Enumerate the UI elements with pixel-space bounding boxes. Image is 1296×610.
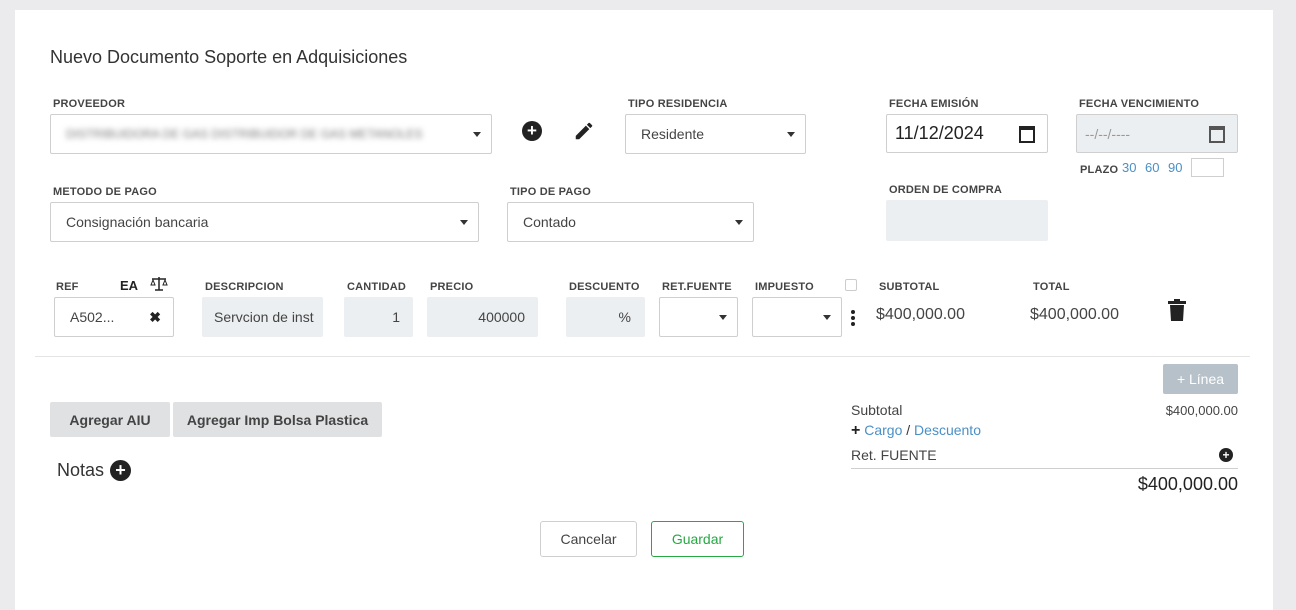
descuento-link[interactable]: Descuento xyxy=(914,422,981,438)
orden-compra-label: ORDEN DE COMPRA xyxy=(889,184,1003,196)
select-all-checkbox[interactable] xyxy=(845,279,857,291)
descripcion-input[interactable]: Servcion de inst xyxy=(202,297,323,337)
tipo-pago-value: Contado xyxy=(523,214,576,230)
totals-subtotal-label: Subtotal xyxy=(851,402,903,418)
line-subtotal: $400,000.00 xyxy=(876,306,965,323)
fecha-emision-label: FECHA EMISIÓN xyxy=(889,98,979,110)
trash-icon[interactable] xyxy=(1168,299,1186,326)
add-nota-icon[interactable]: + xyxy=(110,460,131,481)
chevron-down-icon xyxy=(460,220,468,225)
calendar-icon[interactable] xyxy=(1019,125,1035,148)
fecha-vencimiento-placeholder: --/--/---- xyxy=(1085,125,1131,142)
precio-value: 400000 xyxy=(478,309,525,325)
metodo-pago-value: Consignación bancaria xyxy=(66,214,209,230)
notas-label: Notas xyxy=(57,460,105,480)
col-total-header: TOTAL xyxy=(1033,281,1070,293)
cargo-descuento-row: + Cargo / Descuento xyxy=(851,422,981,440)
add-line-button[interactable]: + Línea xyxy=(1163,364,1238,394)
col-ret-fuente-header: RET.FUENTE xyxy=(662,281,732,293)
ref-value: A502... xyxy=(70,309,115,325)
slash-separator: / xyxy=(906,422,911,438)
col-precio-header: PRECIO xyxy=(430,281,474,293)
tipo-pago-label: TIPO DE PAGO xyxy=(510,186,592,198)
grand-total: $400,000.00 xyxy=(1137,474,1238,494)
close-icon[interactable]: ✖ xyxy=(149,309,161,326)
document-form-card: Nuevo Documento Soporte en Adquisiciones… xyxy=(15,10,1273,610)
col-ea-header: EA xyxy=(120,278,139,293)
metodo-pago-select[interactable]: Consignación bancaria xyxy=(50,202,479,242)
col-descuento-header: DESCUENTO xyxy=(569,281,640,293)
plus-icon: + xyxy=(851,422,861,439)
totals-separator xyxy=(851,468,1238,469)
fecha-vencimiento-input[interactable]: --/--/---- xyxy=(1076,114,1238,153)
fecha-vencimiento-label: FECHA VENCIMIENTO xyxy=(1079,98,1200,110)
proveedor-label: PROVEEDOR xyxy=(53,98,126,110)
plazo-90-link[interactable]: 90 xyxy=(1168,160,1182,175)
descuento-input[interactable]: % xyxy=(566,297,645,337)
plazo-days-input[interactable] xyxy=(1191,158,1224,177)
col-ref-header: REF xyxy=(56,281,79,293)
cancel-button[interactable]: Cancelar xyxy=(540,521,637,557)
line-separator xyxy=(35,356,1250,357)
cargo-link[interactable]: Cargo xyxy=(864,422,902,438)
save-button[interactable]: Guardar xyxy=(651,521,744,557)
descuento-percent: % xyxy=(618,309,631,325)
col-subtotal-header: SUBTOTAL xyxy=(879,281,940,293)
metodo-pago-label: METODO DE PAGO xyxy=(53,186,157,198)
page-title: Nuevo Documento Soporte en Adquisiciones xyxy=(50,47,408,67)
plazo-30-link[interactable]: 30 xyxy=(1122,160,1136,175)
totals-subtotal-value: $400,000.00 xyxy=(1165,403,1238,418)
line-total: $400,000.00 xyxy=(1030,306,1119,323)
fecha-emision-value: 11/12/2024 xyxy=(895,123,984,143)
more-options-icon[interactable] xyxy=(851,310,855,326)
agregar-aiu-button[interactable]: Agregar AIU xyxy=(50,402,170,437)
proveedor-select[interactable]: DISTRIBUIDORA DE GAS DISTRIBUIDOR DE GAS… xyxy=(50,114,492,154)
balance-scale-icon[interactable] xyxy=(150,276,168,297)
cantidad-value: 1 xyxy=(392,309,400,325)
impuesto-select[interactable] xyxy=(752,297,842,337)
tipo-residencia-select[interactable]: Residente xyxy=(625,114,806,154)
ret-fuente-total-label: Ret. FUENTE xyxy=(851,447,937,463)
add-ret-icon[interactable]: + xyxy=(1219,448,1233,462)
tipo-residencia-label: TIPO RESIDENCIA xyxy=(628,98,728,110)
ret-fuente-select[interactable] xyxy=(659,297,738,337)
add-proveedor-icon[interactable]: + xyxy=(522,121,542,141)
cantidad-input[interactable]: 1 xyxy=(344,297,413,337)
fecha-emision-input[interactable]: 11/12/2024 xyxy=(886,114,1048,153)
col-impuesto-header: IMPUESTO xyxy=(755,281,814,293)
precio-input[interactable]: 400000 xyxy=(427,297,538,337)
calendar-icon[interactable] xyxy=(1209,125,1225,146)
col-descripcion-header: DESCRIPCION xyxy=(205,281,284,293)
chevron-down-icon xyxy=(473,132,481,137)
plazo-label: PLAZO xyxy=(1080,164,1119,176)
ref-input[interactable]: A502... ✖ xyxy=(54,297,174,337)
agregar-bolsa-plastica-button[interactable]: Agregar Imp Bolsa Plastica xyxy=(173,402,382,437)
orden-compra-input[interactable] xyxy=(886,200,1048,241)
chevron-down-icon xyxy=(735,220,743,225)
chevron-down-icon xyxy=(823,315,831,320)
tipo-pago-select[interactable]: Contado xyxy=(507,202,754,242)
plazo-60-link[interactable]: 60 xyxy=(1145,160,1159,175)
col-cantidad-header: CANTIDAD xyxy=(347,281,407,293)
tipo-residencia-value: Residente xyxy=(641,126,705,142)
chevron-down-icon xyxy=(787,132,795,137)
descripcion-value: Servcion de inst xyxy=(214,309,314,325)
edit-proveedor-icon[interactable] xyxy=(573,120,597,144)
proveedor-value: DISTRIBUIDORA DE GAS DISTRIBUIDOR DE GAS… xyxy=(66,127,423,141)
chevron-down-icon xyxy=(719,315,727,320)
